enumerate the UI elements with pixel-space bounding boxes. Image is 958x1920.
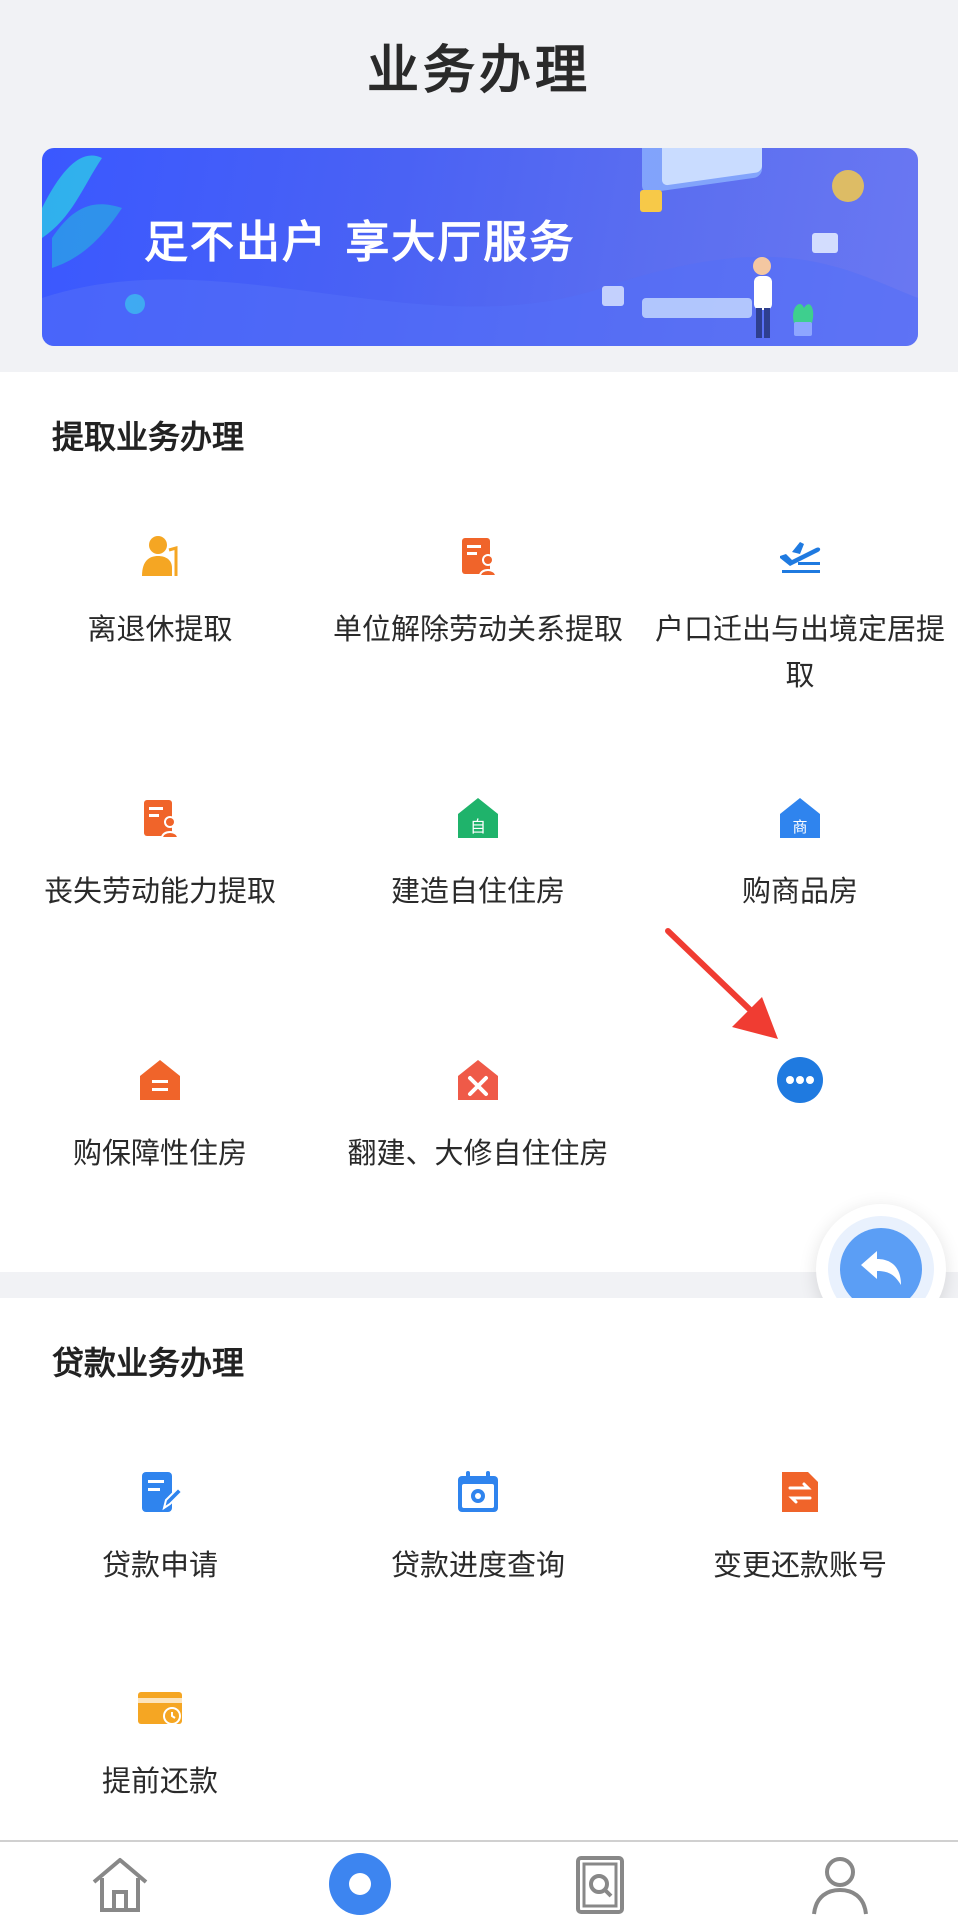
grid-item-label: 户口迁出与出境定居提取 xyxy=(654,612,945,692)
edit-form-icon xyxy=(136,1468,184,1516)
grid-item-repair-house[interactable]: 翻建、大修自住住房 xyxy=(318,1056,638,1176)
grid-item-label: 离退休提取 xyxy=(87,612,233,646)
tab-profile[interactable] xyxy=(800,1848,880,1920)
grid-item-label: 建造自住住房 xyxy=(390,874,565,908)
reply-arrow-icon xyxy=(861,1251,901,1285)
page-header: 业务办理 xyxy=(0,0,958,130)
grid-item-buy-affordable-house[interactable]: 购保障性住房 xyxy=(0,1056,320,1176)
loan-section: 贷款业务办理 贷款申请 贷款进度查询 变更还款账号 提前还款 xyxy=(0,1298,958,1840)
grid-item-disability-withdraw[interactable]: 丧失劳动能力提取 xyxy=(0,794,320,914)
section-title: 提取业务办理 xyxy=(52,418,245,456)
grid-item-label: 丧失劳动能力提取 xyxy=(43,874,276,908)
grid-item-label: 购保障性住房 xyxy=(72,1136,247,1170)
tab-business[interactable] xyxy=(320,1848,400,1920)
grid-item-label: 翻建、大修自住住房 xyxy=(347,1136,609,1170)
grid-item-buy-commercial-house[interactable]: 商 购商品房 xyxy=(640,794,958,914)
house-affordable-icon xyxy=(136,1056,184,1104)
document-transfer-icon xyxy=(776,1468,824,1516)
grid-item-label: 单位解除劳动关系提取 xyxy=(332,612,623,646)
grid-item-unemployment-withdraw[interactable]: 单位解除劳动关系提取 xyxy=(318,532,638,652)
user-icon xyxy=(812,1857,868,1915)
grid-item-label: 贷款进度查询 xyxy=(390,1548,565,1582)
section-title: 贷款业务办理 xyxy=(52,1344,245,1382)
search-document-icon xyxy=(576,1856,624,1914)
bottom-tab-bar xyxy=(0,1840,958,1920)
house-commercial-icon: 商 xyxy=(776,794,824,842)
grid-item-label: 变更还款账号 xyxy=(712,1548,887,1582)
elder-person-icon xyxy=(136,532,184,580)
grid-item-label: 提前还款 xyxy=(101,1764,218,1798)
annotation-arrow-icon xyxy=(665,928,778,1039)
promo-banner[interactable]: 足不出户 享大厅服务 xyxy=(42,148,918,346)
grid-item-label: 购商品房 xyxy=(741,874,858,908)
withdraw-section: 提取业务办理 离退休提取 单位解除劳动关系提取 户口迁出与出境定居提取 丧失劳动… xyxy=(0,372,958,1272)
banner-text: 足不出户 享大厅服务 xyxy=(144,217,576,268)
svg-text:自: 自 xyxy=(470,817,486,836)
more-button[interactable] xyxy=(640,1056,958,1130)
tab-query[interactable] xyxy=(560,1848,640,1920)
grid-item-loan-progress[interactable]: 贷款进度查询 xyxy=(318,1468,638,1588)
document-person-icon xyxy=(136,794,184,842)
grid-item-build-own-house[interactable]: 自 建造自住住房 xyxy=(318,794,638,914)
grid-item-loan-apply[interactable]: 贷款申请 xyxy=(0,1468,320,1588)
document-person-icon xyxy=(454,532,502,580)
house-repair-icon xyxy=(454,1056,502,1104)
home-icon xyxy=(92,1858,148,1912)
business-icon xyxy=(329,1853,391,1915)
house-self-icon: 自 xyxy=(454,794,502,842)
airplane-departure-icon xyxy=(776,532,824,580)
grid-item-retirement-withdraw[interactable]: 离退休提取 xyxy=(0,532,320,652)
grid-item-label: 贷款申请 xyxy=(101,1548,218,1582)
card-clock-icon xyxy=(136,1684,184,1732)
svg-text:商: 商 xyxy=(792,818,807,836)
more-icon xyxy=(776,1056,824,1104)
page-title: 业务办理 xyxy=(366,40,591,101)
grid-item-early-repay[interactable]: 提前还款 xyxy=(0,1684,320,1804)
calendar-gear-icon xyxy=(454,1468,502,1516)
grid-item-change-repay-account[interactable]: 变更还款账号 xyxy=(640,1468,958,1588)
tab-home[interactable] xyxy=(80,1848,160,1920)
grid-item-emigration-withdraw[interactable]: 户口迁出与出境定居提取 xyxy=(640,532,958,698)
